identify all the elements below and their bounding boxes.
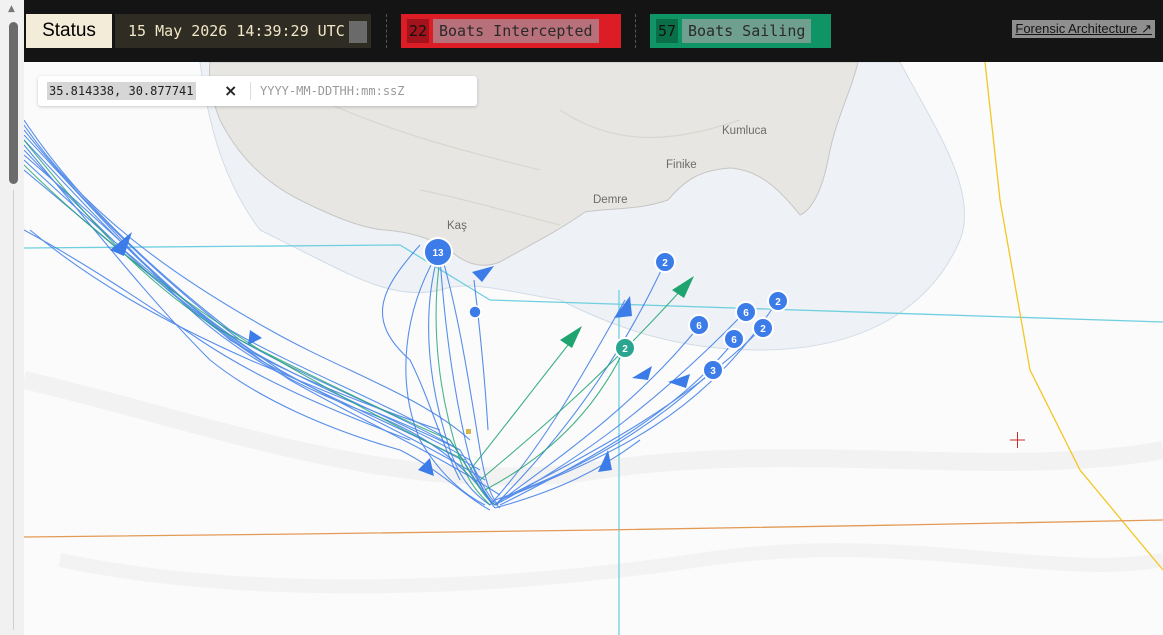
boundary-orange: [24, 519, 1163, 538]
status-label: Status: [26, 14, 112, 48]
event-marker: [466, 429, 471, 434]
coordinates-value[interactable]: 35.814338, 30.877741: [47, 82, 196, 100]
boats-intercepted-stat[interactable]: 22 Boats Intercepted: [401, 14, 621, 48]
place-label-finike: Finike: [666, 159, 697, 171]
cluster-count: 6: [696, 321, 702, 332]
page-scrollbar[interactable]: ▲: [0, 0, 25, 635]
divider: [635, 14, 636, 48]
scroll-up-icon[interactable]: ▲: [8, 4, 15, 14]
map-svg[interactable]: Kumluca Finike Demre Kaş 13 2 2 6 6 2 2 …: [24, 62, 1163, 635]
cluster-count: 13: [432, 248, 444, 259]
place-label-demre: Demre: [593, 194, 628, 206]
boundary-yellow: [984, 62, 1163, 571]
datetime-input[interactable]: [260, 80, 460, 102]
location-search-bar: 35.814338, 30.877741 ×: [38, 76, 477, 106]
place-label-kumluca: Kumluca: [722, 125, 767, 137]
divider: [386, 14, 387, 48]
cluster-count: 6: [743, 308, 749, 319]
cluster-marker[interactable]: 6: [688, 314, 710, 336]
search-divider: [250, 82, 251, 100]
scroll-thumb[interactable]: [9, 22, 18, 184]
boat-position-marker: [468, 305, 482, 319]
map-canvas[interactable]: Kumluca Finike Demre Kaş 13 2 2 6 6 2 2 …: [24, 62, 1163, 635]
top-bar: Status 15 May 2026 14:39:29 UTC 22 Boats…: [24, 0, 1163, 62]
cluster-count: 2: [775, 297, 781, 308]
boats-sailing-stat[interactable]: 57 Boats Sailing: [650, 14, 831, 48]
forensic-architecture-link[interactable]: Forensic Architecture ↗: [1012, 20, 1155, 38]
timestamp-text: 15 May 2026 14:39:29 UTC: [128, 22, 345, 40]
sea-terrain: [24, 371, 1163, 486]
place-label-kas: Kaş: [447, 220, 467, 232]
intercepted-count: 22: [407, 19, 429, 43]
cluster-marker[interactable]: 6: [723, 328, 745, 350]
cluster-marker[interactable]: 13: [423, 237, 453, 267]
sailing-count: 57: [656, 19, 678, 43]
crosshair-icon: [1010, 432, 1025, 448]
cluster-count: 2: [662, 258, 668, 269]
sailing-label: Boats Sailing: [682, 19, 812, 43]
status-timestamp: 15 May 2026 14:39:29 UTC: [115, 14, 371, 48]
cluster-marker[interactable]: 3: [702, 359, 724, 381]
cluster-count: 3: [710, 366, 716, 377]
text-cursor: [349, 21, 367, 43]
clear-coordinates-icon[interactable]: ×: [224, 80, 237, 102]
sea-terrain: [58, 543, 1163, 594]
intercepted-label: Boats Intercepted: [433, 19, 599, 43]
cluster-marker[interactable]: 6: [735, 301, 757, 323]
cluster-count: 6: [731, 335, 737, 346]
cluster-count: 2: [760, 324, 766, 335]
cluster-marker[interactable]: 2: [752, 317, 774, 339]
cluster-marker[interactable]: 2: [614, 337, 636, 359]
cluster-marker[interactable]: 2: [654, 251, 676, 273]
scroll-track: [13, 190, 14, 630]
cluster-marker[interactable]: 2: [767, 290, 789, 312]
cluster-count: 2: [622, 344, 628, 355]
